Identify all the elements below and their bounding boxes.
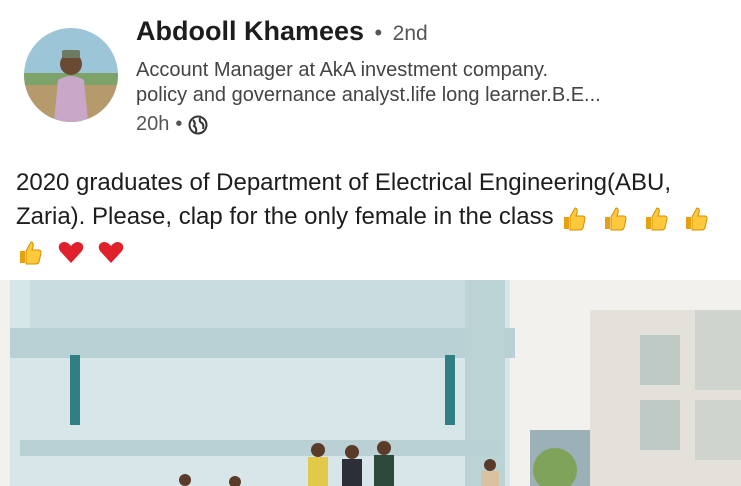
thumbs-up-icon [564,207,586,231]
post-time: 20h [136,113,170,135]
red-heart-icon [99,241,124,263]
post-header: Abdooll Khamees • 2nd Account Manager at… [0,0,741,150]
graduates-photo [0,280,741,486]
connection-degree: 2nd [392,22,428,45]
thumbs-up-icon [20,241,42,265]
post-meta: 20h • [136,113,208,136]
headline-line-1: Account Manager at AkA investment compan… [136,59,549,81]
thumbs-up-icon [604,207,627,231]
author-headline: Account Manager at AkA investment compan… [136,58,726,108]
avatar-photo [24,28,118,122]
globe-icon [188,115,208,134]
thumbs-up-icon [686,207,708,231]
post-text: 2020 graduates of Department of Electric… [16,166,726,268]
name-separator: • [374,20,383,45]
meta-separator: • [175,113,183,135]
red-heart-icon [58,241,83,263]
avatar[interactable] [24,28,118,122]
thumbs-up-icon [645,207,668,231]
post-image[interactable] [0,280,741,486]
name-row: Abdooll Khamees • 2nd [136,16,428,47]
headline-line-2: policy and governance analyst.life long … [136,84,601,106]
author-name[interactable]: Abdooll Khamees [136,16,364,46]
